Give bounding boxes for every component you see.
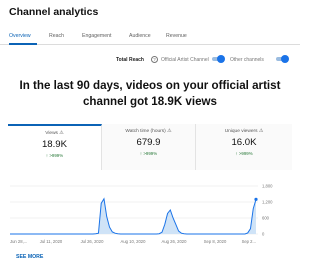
metric-delta: ↑ >999% (235, 151, 253, 156)
metric-card-watch-time[interactable]: Watch time (hours) ⚠ 679.9 ↑ >999% (102, 124, 196, 170)
x-tick-label: Jul 26, 2020 (81, 239, 104, 244)
tab-bar: Overview Reach Engagement Audience Reven… (0, 29, 300, 45)
tab-revenue[interactable]: Revenue (166, 33, 187, 39)
tab-overview[interactable]: Overview (9, 33, 31, 39)
y-tick-label: 0 (262, 232, 265, 237)
x-tick-label: Aug 10, 2020 (121, 239, 147, 244)
x-tick-label: Jul 11, 2020 (40, 239, 63, 244)
summary-headline: In the last 90 days, videos on your offi… (19, 79, 281, 108)
total-reach-label: Total Reach (116, 57, 144, 63)
x-tick-label: Aug 26, 2020 (162, 239, 188, 244)
page-title: Channel analytics (9, 6, 99, 18)
toggle-knob (281, 55, 289, 63)
metric-label: Views ⚠ (45, 130, 64, 136)
metric-label: Watch time (hours) ⚠ (125, 128, 172, 134)
metric-delta: ↑ >999% (45, 153, 64, 158)
y-tick-label: 1,800 (262, 184, 273, 189)
help-circle-icon[interactable]: ? (151, 56, 158, 63)
warning-icon: ⚠ (167, 128, 172, 134)
views-line-endpoint (254, 197, 258, 201)
arrow-up-icon: ↑ (139, 151, 143, 156)
metric-cards: Views ⚠ 18.9K ↑ >999% Watch time (hours)… (8, 124, 292, 170)
other-channels-toggle[interactable] (274, 55, 290, 63)
x-tick-label: Sep 8, 2020 (204, 239, 227, 244)
toggle-knob (217, 55, 225, 63)
metric-value: 679.9 (136, 137, 161, 148)
arrow-up-icon: ↑ (235, 151, 238, 156)
metric-label: Unique viewers ⚠ (224, 128, 264, 134)
metric-value: 16.0K (231, 137, 257, 148)
warning-icon: ⚠ (59, 130, 64, 136)
metric-delta: ↑ >999% (139, 151, 158, 156)
x-tick-label: Sep 2... (242, 239, 256, 244)
active-tab-indicator (9, 43, 37, 45)
views-area (10, 198, 256, 234)
metric-card-unique-viewers[interactable]: Unique viewers ⚠ 16.0K ↑ >999% (196, 124, 292, 170)
x-tick-label: Jun 28,... (10, 239, 27, 244)
tab-reach[interactable]: Reach (49, 33, 64, 39)
warning-icon: ⚠ (258, 128, 264, 134)
metric-value: 18.9K (41, 139, 68, 150)
views-line (10, 197, 257, 235)
metric-card-views[interactable]: Views ⚠ 18.9K ↑ >999% (8, 124, 102, 170)
arrow-up-icon: ↑ (45, 153, 49, 158)
tab-engagement[interactable]: Engagement (82, 33, 111, 39)
official-artist-channel-label: Official Artist Channel (161, 57, 209, 63)
y-tick-label: 1,200 (262, 200, 273, 205)
official-artist-channel-toggle[interactable] (210, 55, 226, 63)
see-more-link[interactable]: SEE MORE (16, 254, 43, 260)
total-reach-toggle-row: Total Reach ? Official Artist Channel Ot… (0, 55, 300, 67)
tab-audience[interactable]: Audience (129, 33, 151, 39)
other-channels-label: Other channels (230, 57, 264, 63)
views-chart: 1,800 1,200 600 0 Jun 28,... Jul 11, 2020 Jul … (10, 184, 273, 244)
y-tick-label: 600 (262, 216, 270, 221)
